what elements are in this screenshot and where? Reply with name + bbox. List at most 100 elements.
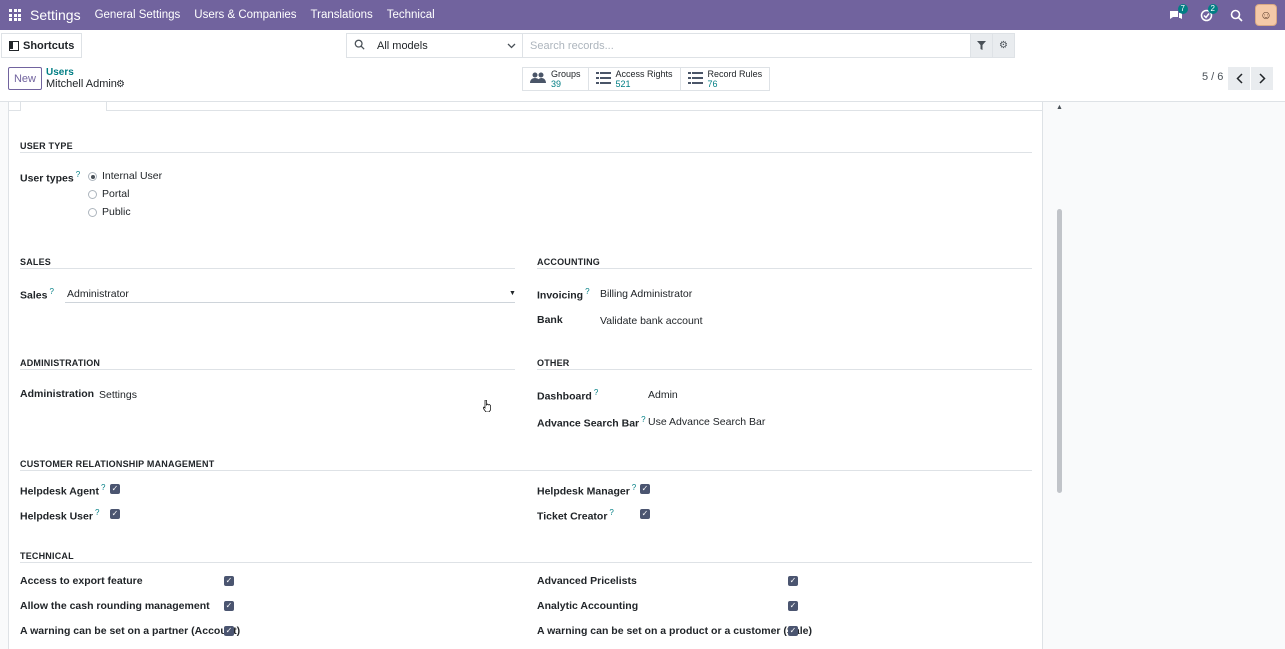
checkbox-export[interactable]: ✓	[224, 576, 234, 586]
section-rule	[537, 268, 1032, 269]
checkbox-warning-partner[interactable]: ✓	[224, 626, 234, 636]
activity-badge: 2	[1207, 4, 1218, 14]
record-gear-icon[interactable]: ⚙	[116, 79, 125, 90]
checkbox-ticket-creator[interactable]: ✓	[640, 509, 650, 519]
field-label-cash-rounding: Allow the cash rounding management	[20, 600, 210, 612]
field-label-helpdesk-agent: Helpdesk Agent?	[20, 483, 106, 498]
section-title-accounting: ACCOUNTING	[537, 257, 600, 267]
pager-next-button[interactable]	[1251, 67, 1273, 90]
radio-label-internal-user: Internal User	[102, 170, 163, 182]
smart-count: 521	[615, 79, 631, 89]
record-name: Mitchell Admin	[46, 78, 117, 90]
chat-badge: 7	[1177, 4, 1188, 14]
search-icon	[347, 39, 371, 53]
section-title-technical: TECHNICAL	[20, 551, 74, 561]
field-label-bank: Bank	[537, 314, 563, 326]
checkbox-warning-product[interactable]: ✓	[788, 626, 798, 636]
bank-value[interactable]: Validate bank account	[600, 315, 703, 327]
smart-buttons: Groups 39 Access Rights 521 Record Rules 76	[522, 67, 771, 91]
radio-internal-user[interactable]	[88, 172, 97, 181]
pager-previous-button[interactable]	[1228, 67, 1250, 90]
sales-select-value[interactable]: Administrator	[67, 288, 129, 300]
users-icon	[530, 71, 546, 87]
menu-translations[interactable]: Translations	[311, 9, 373, 21]
field-label-warning-product: A warning can be set on a product or a c…	[537, 625, 812, 637]
section-title-administration: ADMINISTRATION	[20, 358, 101, 368]
list-icon	[687, 71, 703, 87]
search-icon[interactable]	[1221, 0, 1251, 30]
radio-label-portal: Portal	[102, 188, 130, 200]
form-sheet: USER TYPE User types? Internal User Port…	[8, 102, 1043, 649]
smart-label: Record Rules	[707, 69, 763, 79]
search-bar: All models Search records... ⚙	[346, 33, 1015, 58]
shortcuts-button[interactable]: Shortcuts	[1, 33, 83, 58]
user-avatar[interactable]: ☺	[1255, 4, 1277, 26]
smart-count: 76	[707, 79, 718, 89]
menu-users-companies[interactable]: Users & Companies	[194, 9, 296, 21]
section-title-sales: SALES	[20, 257, 52, 267]
chevron-down-icon	[507, 40, 516, 52]
filter-icon[interactable]	[970, 34, 992, 57]
checkbox-analytic-accounting[interactable]: ✓	[788, 601, 798, 611]
section-rule	[537, 369, 1032, 370]
caret-down-icon[interactable]: ▼	[509, 290, 516, 297]
gear-icon[interactable]: ⚙	[992, 34, 1014, 57]
tab-divider	[9, 110, 1042, 111]
section-title-user-type: USER TYPE	[20, 141, 73, 151]
field-label-dashboard: Dashboard?	[537, 388, 599, 403]
field-label-sales: Sales?	[20, 287, 54, 302]
pager-value[interactable]: 5 / 6	[1202, 71, 1223, 83]
field-label-helpdesk-user: Helpdesk User?	[20, 508, 100, 523]
field-label-user-types: User types?	[20, 170, 81, 185]
control-panel: Shortcuts All models Search records... ⚙…	[0, 30, 1285, 102]
menu-general-settings[interactable]: General Settings	[95, 9, 181, 21]
field-label-advanced-pricelists: Advanced Pricelists	[537, 575, 637, 587]
checkbox-helpdesk-agent[interactable]: ✓	[110, 484, 120, 494]
scrollbar[interactable]: ▲	[1054, 102, 1064, 649]
menu-technical[interactable]: Technical	[387, 9, 435, 21]
new-button[interactable]: New	[8, 67, 42, 90]
field-label-administration: Administration	[20, 388, 95, 400]
invoicing-value[interactable]: Billing Administrator	[600, 288, 692, 300]
checkbox-helpdesk-manager[interactable]: ✓	[640, 484, 650, 494]
checkbox-helpdesk-user[interactable]: ✓	[110, 509, 120, 519]
field-label-analytic-accounting: Analytic Accounting	[537, 600, 639, 612]
dashboard-value[interactable]: Admin	[648, 389, 678, 401]
checkbox-cash-rounding[interactable]: ✓	[224, 601, 234, 611]
administration-value[interactable]: Settings	[99, 389, 137, 401]
model-select[interactable]: All models	[371, 34, 523, 57]
radio-public[interactable]	[88, 208, 97, 217]
activity-icon[interactable]: 2	[1191, 0, 1221, 30]
field-label-advance-search-bar: Advance Search Bar?	[537, 415, 646, 430]
chat-icon[interactable]: 7	[1161, 0, 1191, 30]
smart-label: Access Rights	[615, 69, 673, 79]
app-brand[interactable]: Settings	[30, 7, 81, 23]
smart-button-groups[interactable]: Groups 39	[523, 68, 589, 90]
search-input[interactable]: Search records...	[523, 40, 970, 52]
advance-search-bar-value[interactable]: Use Advance Search Bar	[648, 416, 765, 428]
model-select-value: All models	[377, 39, 428, 52]
breadcrumb-users[interactable]: Users	[46, 67, 74, 78]
smart-label: Groups	[551, 69, 581, 79]
section-rule	[20, 562, 1032, 563]
mouse-cursor-icon	[483, 400, 491, 412]
field-label-invoicing: Invoicing?	[537, 287, 590, 302]
smart-button-record-rules[interactable]: Record Rules 76	[681, 68, 770, 90]
section-rule	[20, 369, 515, 370]
list-icon	[595, 71, 611, 87]
tab-active[interactable]	[20, 102, 107, 111]
scroll-up-icon[interactable]: ▲	[1056, 104, 1063, 111]
apps-menu-icon[interactable]	[0, 0, 30, 30]
field-label-ticket-creator: Ticket Creator?	[537, 508, 614, 523]
field-label-warning-partner: A warning can be set on a partner (Accou…	[20, 625, 241, 637]
smart-button-access-rights[interactable]: Access Rights 521	[589, 68, 681, 90]
radio-label-public: Public	[102, 206, 131, 218]
shortcuts-label: Shortcuts	[23, 39, 75, 52]
section-rule	[20, 268, 515, 269]
select-underline	[65, 302, 515, 303]
top-navbar: Settings General Settings Users & Compan…	[0, 0, 1285, 30]
section-title-crm: CUSTOMER RELATIONSHIP MANAGEMENT	[20, 459, 215, 469]
radio-portal[interactable]	[88, 190, 97, 199]
checkbox-advanced-pricelists[interactable]: ✓	[788, 576, 798, 586]
scrollbar-thumb[interactable]	[1057, 209, 1062, 493]
